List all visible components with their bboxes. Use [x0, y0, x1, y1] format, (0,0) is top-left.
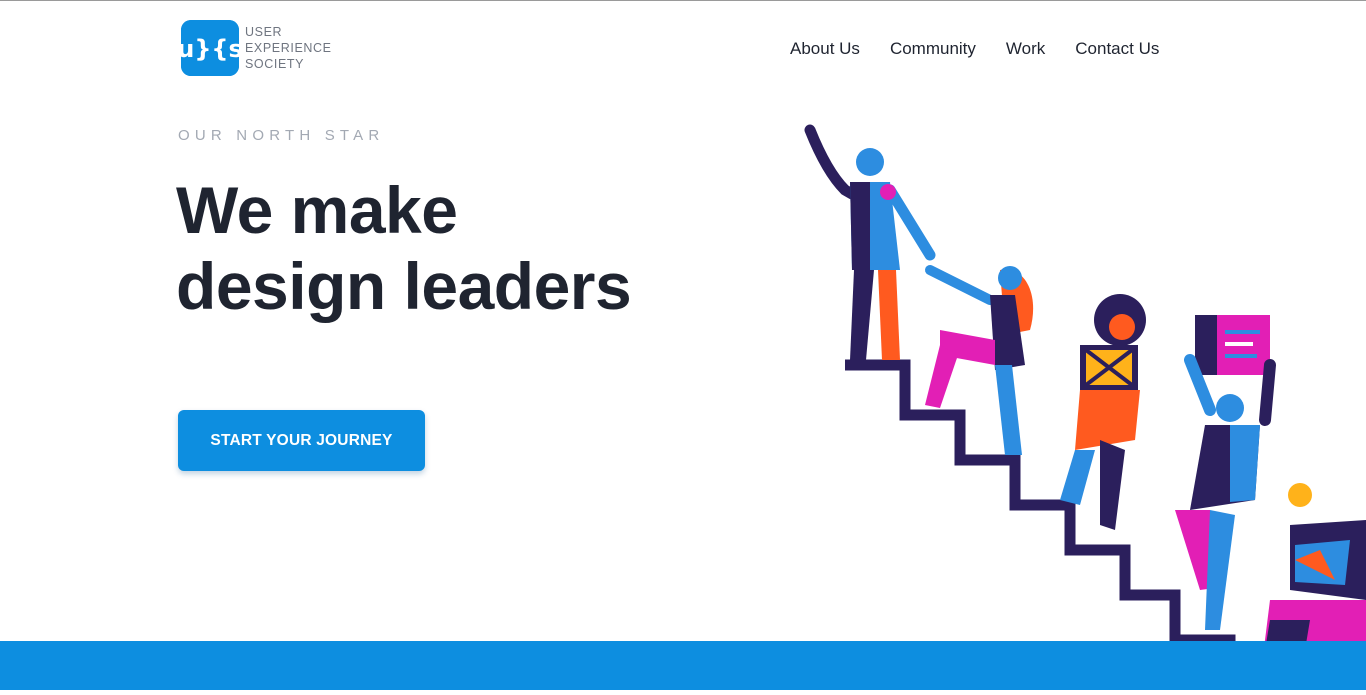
figure-red-hair-woman: [925, 265, 1034, 455]
top-border: [0, 0, 1366, 1]
logo-line-1: USER: [245, 25, 283, 39]
hero-headline-line-2: design leaders: [176, 249, 632, 323]
logo-wordmark: USER EXPERIENCE SOCIETY: [245, 24, 332, 72]
hero-headline: We make design leaders: [176, 172, 632, 324]
site-logo[interactable]: u}{s USER EXPERIENCE SOCIETY: [181, 20, 332, 76]
logo-line-3: SOCIETY: [245, 57, 305, 71]
hero-headline-line-1: We make: [176, 173, 458, 247]
uxs-logo-icon: u}{s: [181, 20, 239, 76]
bottom-blue-band: [0, 641, 1366, 690]
main-nav: About Us Community Work Contact Us: [790, 38, 1159, 60]
nav-contact-us[interactable]: Contact Us: [1075, 38, 1159, 60]
figure-box-woman: [1060, 294, 1146, 530]
logo-mark-text: u}{s: [181, 35, 239, 63]
nav-community[interactable]: Community: [890, 38, 976, 60]
hero-eyebrow: OUR NORTH STAR: [178, 127, 385, 144]
people-climbing-stairs-illustration: [790, 120, 1366, 691]
start-journey-button[interactable]: START YOUR JOURNEY: [178, 410, 425, 471]
nav-work[interactable]: Work: [1006, 38, 1045, 60]
nav-about-us[interactable]: About Us: [790, 38, 860, 60]
logo-line-2: EXPERIENCE: [245, 41, 332, 55]
figure-waving-man: [804, 124, 936, 360]
figure-laptop-man: [1175, 315, 1276, 630]
